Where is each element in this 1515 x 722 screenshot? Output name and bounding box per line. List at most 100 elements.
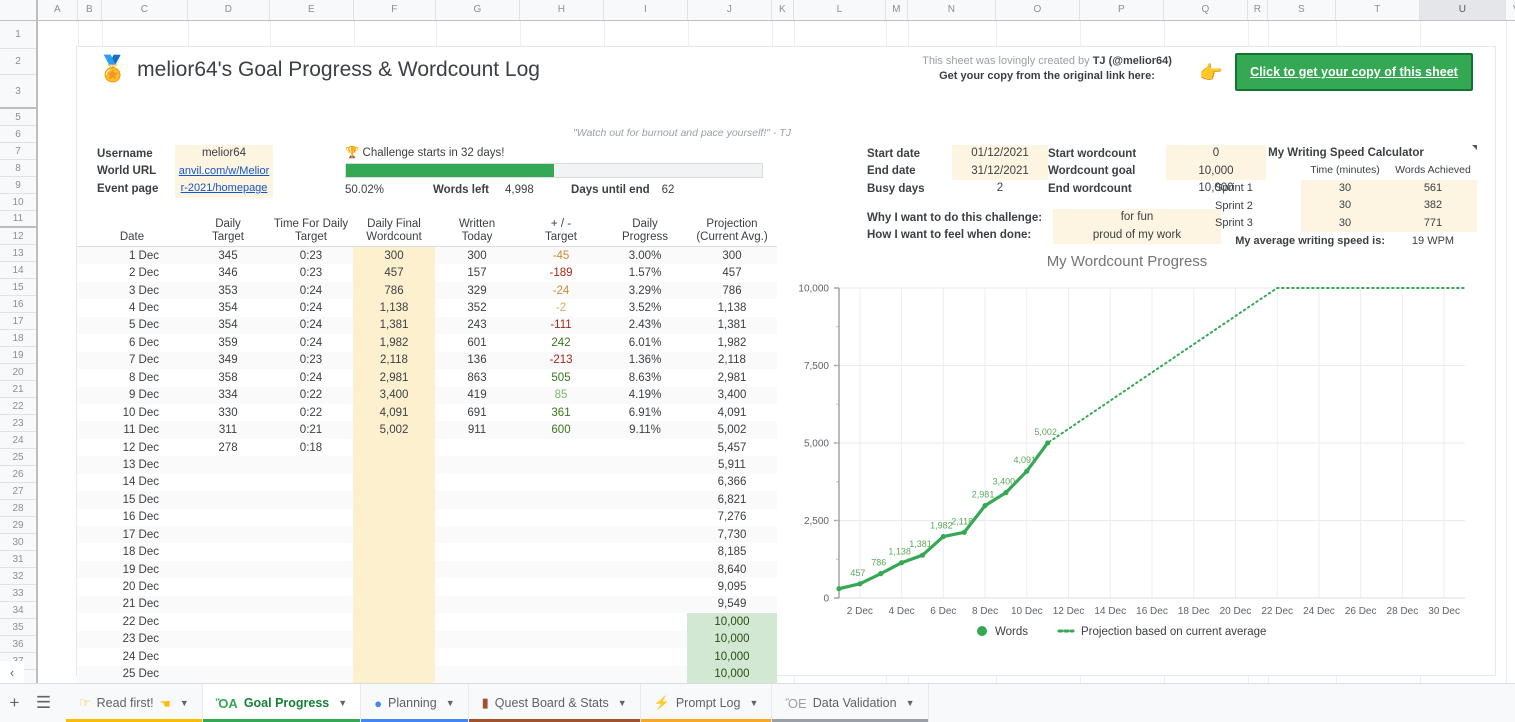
cell-time-target[interactable] (269, 578, 353, 595)
cell-date[interactable]: 12 Dec (77, 439, 187, 456)
cell-daily-progress[interactable] (603, 561, 687, 578)
cell-final-wordcount[interactable]: 1,381 (353, 316, 435, 335)
cell-time-target[interactable]: 0:24 (269, 334, 353, 351)
column-header-H[interactable]: H (520, 0, 604, 20)
cell-time-target[interactable]: 0:23 (269, 352, 353, 369)
cell-projection[interactable]: 10,000 (687, 665, 777, 683)
table-row[interactable]: 9 Dec 334 0:22 3,400 419 85 4.19% 3,400 (77, 386, 777, 404)
cell-date[interactable]: 9 Dec (77, 387, 187, 404)
column-header-Q[interactable]: Q (1164, 0, 1248, 20)
cell-written-today[interactable]: 911 (435, 421, 519, 438)
cell-projection[interactable]: 300 (687, 247, 777, 264)
cell-delta-target[interactable] (519, 543, 603, 560)
cell-delta-target[interactable] (519, 578, 603, 595)
cell-projection[interactable]: 457 (687, 264, 777, 281)
sprint-words[interactable]: 771 (1389, 214, 1477, 232)
cell-delta-target[interactable] (519, 648, 603, 665)
sheet-tab-data-validation[interactable]: ὌE Data Validation ▼ (772, 684, 929, 722)
table-row[interactable]: 20 Dec 9,095 (77, 578, 777, 596)
row-header-36[interactable]: 36 (0, 636, 36, 653)
cell-written-today[interactable]: 691 (435, 404, 519, 421)
row-header-31[interactable]: 31 (0, 551, 36, 568)
cell-daily-target[interactable] (187, 474, 269, 491)
cell-date[interactable]: 3 Dec (77, 282, 187, 299)
table-row[interactable]: 19 Dec 8,640 (77, 560, 777, 579)
cell-written-today[interactable] (435, 543, 519, 560)
meta-link[interactable]: r-2021/homepage (175, 180, 273, 198)
cell-projection[interactable]: 6,366 (687, 474, 777, 491)
cell-time-target[interactable] (269, 648, 353, 665)
row-header-14[interactable]: 14 (0, 262, 36, 279)
cell-daily-target[interactable]: 311 (187, 421, 269, 438)
row-header-30[interactable]: 30 (0, 534, 36, 551)
cell-daily-target[interactable] (187, 613, 269, 630)
cell-delta-target[interactable] (519, 509, 603, 526)
column-header-O[interactable]: O (996, 0, 1080, 20)
cell-written-today[interactable] (435, 491, 519, 508)
cell-daily-target[interactable]: 346 (187, 264, 269, 281)
sprint-words[interactable]: 561 (1389, 179, 1477, 197)
cell-daily-progress[interactable] (603, 491, 687, 508)
cell-daily-progress[interactable]: 8.63% (603, 369, 687, 386)
row-header-26[interactable]: 26 (0, 466, 36, 483)
cell-daily-target[interactable]: 353 (187, 282, 269, 299)
cell-daily-progress[interactable] (603, 543, 687, 560)
cell-daily-target[interactable] (187, 578, 269, 595)
column-header-T[interactable]: T (1336, 0, 1420, 20)
cell-date[interactable]: 11 Dec (77, 421, 187, 438)
row-header-35[interactable]: 35 (0, 619, 36, 636)
column-header-B[interactable]: B (78, 0, 102, 20)
cell-delta-target[interactable] (519, 456, 603, 473)
cell-written-today[interactable] (435, 561, 519, 578)
cell-time-target[interactable] (269, 596, 353, 613)
cell-daily-target[interactable] (187, 666, 269, 683)
cell-delta-target[interactable]: -2 (519, 299, 603, 316)
cell-daily-target[interactable] (187, 526, 269, 543)
sprint-time[interactable]: 30 (1301, 197, 1389, 215)
cell-daily-progress[interactable] (603, 631, 687, 648)
select-all-corner[interactable] (0, 0, 38, 20)
dates-value[interactable]: 2 (952, 180, 1048, 198)
cell-written-today[interactable] (435, 509, 519, 526)
cell-daily-target[interactable] (187, 631, 269, 648)
column-header-G[interactable]: G (436, 0, 520, 20)
row-header-20[interactable]: 20 (0, 364, 36, 381)
cell-final-wordcount[interactable] (353, 648, 435, 666)
cell-date[interactable]: 14 Dec (77, 474, 187, 491)
cell-written-today[interactable]: 157 (435, 264, 519, 281)
cell-daily-progress[interactable] (603, 648, 687, 665)
row-header-17[interactable]: 17 (0, 313, 36, 330)
table-row[interactable]: 15 Dec 6,821 (77, 491, 777, 509)
cell-time-target[interactable]: 0:24 (269, 282, 353, 299)
cell-delta-target[interactable]: 361 (519, 404, 603, 421)
column-header-J[interactable]: J (688, 0, 772, 20)
cell-delta-target[interactable] (519, 561, 603, 578)
row-header-24[interactable]: 24 (0, 432, 36, 449)
cell-projection[interactable]: 1,982 (687, 334, 777, 351)
cell-delta-target[interactable] (519, 666, 603, 683)
cell-delta-target[interactable] (519, 631, 603, 648)
cell-date[interactable]: 4 Dec (77, 299, 187, 316)
cell-projection[interactable]: 7,276 (687, 509, 777, 526)
cell-date[interactable]: 21 Dec (77, 596, 187, 613)
cell-time-target[interactable] (269, 543, 353, 560)
table-row[interactable]: 25 Dec 10,000 (77, 665, 777, 683)
cell-daily-progress[interactable] (603, 596, 687, 613)
cell-final-wordcount[interactable]: 4,091 (353, 403, 435, 422)
cell-daily-target[interactable]: 359 (187, 334, 269, 351)
cell-projection[interactable]: 6,821 (687, 491, 777, 508)
row-header-16[interactable]: 16 (0, 296, 36, 313)
row-header-6[interactable]: 6 (0, 126, 36, 143)
cell-delta-target[interactable]: -24 (519, 282, 603, 299)
cell-date[interactable]: 8 Dec (77, 369, 187, 386)
cell-projection[interactable]: 1,138 (687, 299, 777, 316)
cell-daily-progress[interactable]: 3.29% (603, 282, 687, 299)
row-header-15[interactable]: 15 (0, 279, 36, 296)
cell-time-target[interactable]: 0:22 (269, 404, 353, 421)
cell-final-wordcount[interactable] (353, 473, 435, 492)
cell-projection[interactable]: 3,400 (687, 387, 777, 404)
cell-projection[interactable]: 5,911 (687, 456, 777, 473)
cell-written-today[interactable] (435, 526, 519, 543)
cell-final-wordcount[interactable] (353, 595, 435, 614)
cell-delta-target[interactable]: 600 (519, 421, 603, 438)
